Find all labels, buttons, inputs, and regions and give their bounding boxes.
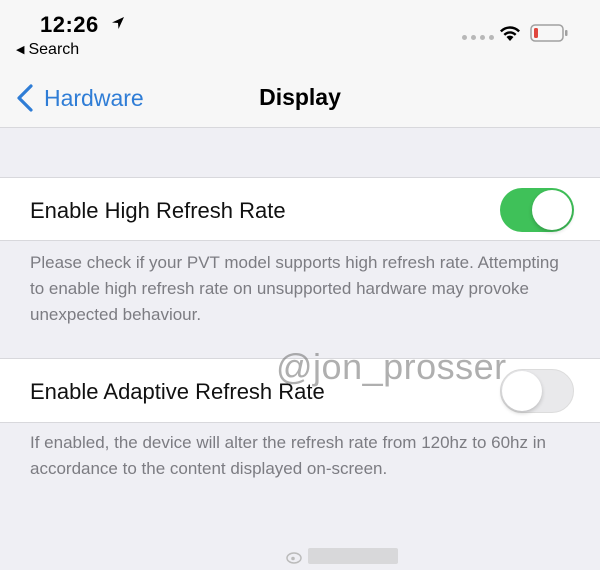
setting-footer-high-refresh: Please check if your PVT model supports … [30,253,559,324]
weibo-logo-icon [286,552,302,564]
watermark-text: @jon_prosser [276,346,507,387]
toggle-knob [532,190,572,230]
status-time: 12:26 [40,12,99,37]
location-arrow-icon [112,17,124,29]
back-to-app-link[interactable]: ◀ Search [16,41,79,59]
page-title: Display [259,84,341,110]
weibo-watermark [308,548,398,564]
toggle-knob [502,371,542,411]
back-to-app-label: Search [28,41,80,58]
battery-icon [530,24,568,42]
setting-label-high-refresh: Enable High Refresh Rate [30,198,286,223]
setting-footer-adaptive-refresh: If enabled, the device will alter the re… [30,433,546,478]
cellular-signal-icon [462,35,494,40]
high-refresh-toggle[interactable] [500,188,574,232]
navigation-bar: Hardware Display [0,70,600,128]
wifi-icon [500,26,520,41]
setting-row-high-refresh: Enable High Refresh Rate [0,177,600,241]
adaptive-refresh-toggle[interactable] [500,369,574,413]
back-triangle-icon: ◀ [16,44,25,56]
status-bar: 12:26 ◀ Search [0,0,600,70]
